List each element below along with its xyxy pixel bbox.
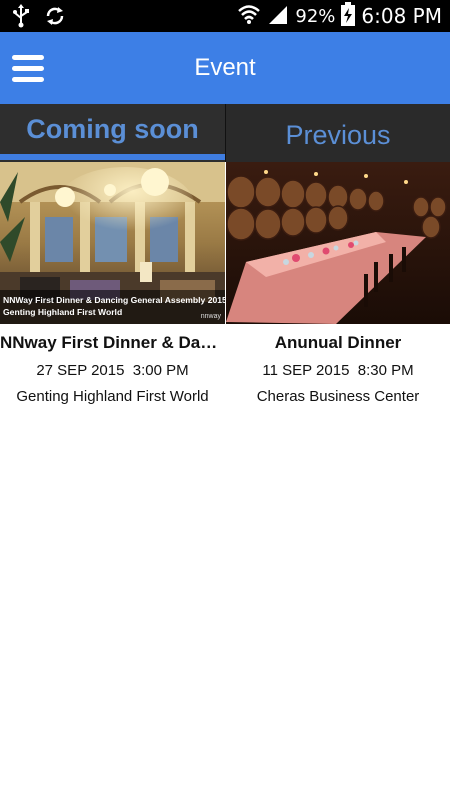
event-venue: Genting Highland First World [16, 388, 209, 405]
tab-label: Previous [285, 120, 391, 150]
event-card[interactable]: NNWay First Dinner & Dancing General Ass… [0, 162, 225, 422]
image-caption: NNWay First Dinner & Dancing General Ass… [0, 290, 225, 324]
tab-previous[interactable]: Previous [225, 104, 450, 162]
watermark: nnway [200, 313, 221, 320]
event-title: Anunual Dinner [274, 333, 402, 352]
page-title: Event [194, 54, 256, 81]
tab-bar: Coming soon Previous [0, 104, 450, 162]
event-date: 27 SEP 2015 3:00 PM [36, 362, 189, 379]
event-venue: Cheras Business Center [256, 388, 420, 405]
tab-indicator [0, 154, 225, 160]
battery-percent: 92% [295, 5, 336, 27]
event-image-wine-cellar [225, 162, 450, 324]
event-grid: NNWay First Dinner & Dancing General Ass… [0, 162, 450, 422]
tab-label: Coming soon [26, 114, 199, 144]
tab-coming-soon[interactable]: Coming soon [0, 104, 225, 162]
status-bar: 92% 6:08 PM [0, 0, 450, 32]
wifi-icon [237, 3, 261, 30]
clock: 6:08 PM [361, 4, 442, 28]
event-image-ballroom: NNWay First Dinner & Dancing General Ass… [0, 162, 225, 324]
sync-icon [44, 5, 66, 32]
event-title: NNway First Dinner & Dan… [0, 333, 225, 352]
event-date: 11 SEP 2015 8:30 PM [262, 362, 414, 379]
usb-icon [12, 4, 30, 33]
battery-charging-icon [341, 1, 356, 31]
caption-line: NNWay First Dinner & Dancing General Ass… [3, 295, 225, 305]
signal-icon [267, 3, 289, 30]
caption-line: Genting Highland First World [3, 307, 123, 317]
event-card[interactable]: Anunual Dinner 11 SEP 2015 8:30 PM Chera… [224, 162, 450, 422]
app-bar: Event [0, 32, 450, 104]
